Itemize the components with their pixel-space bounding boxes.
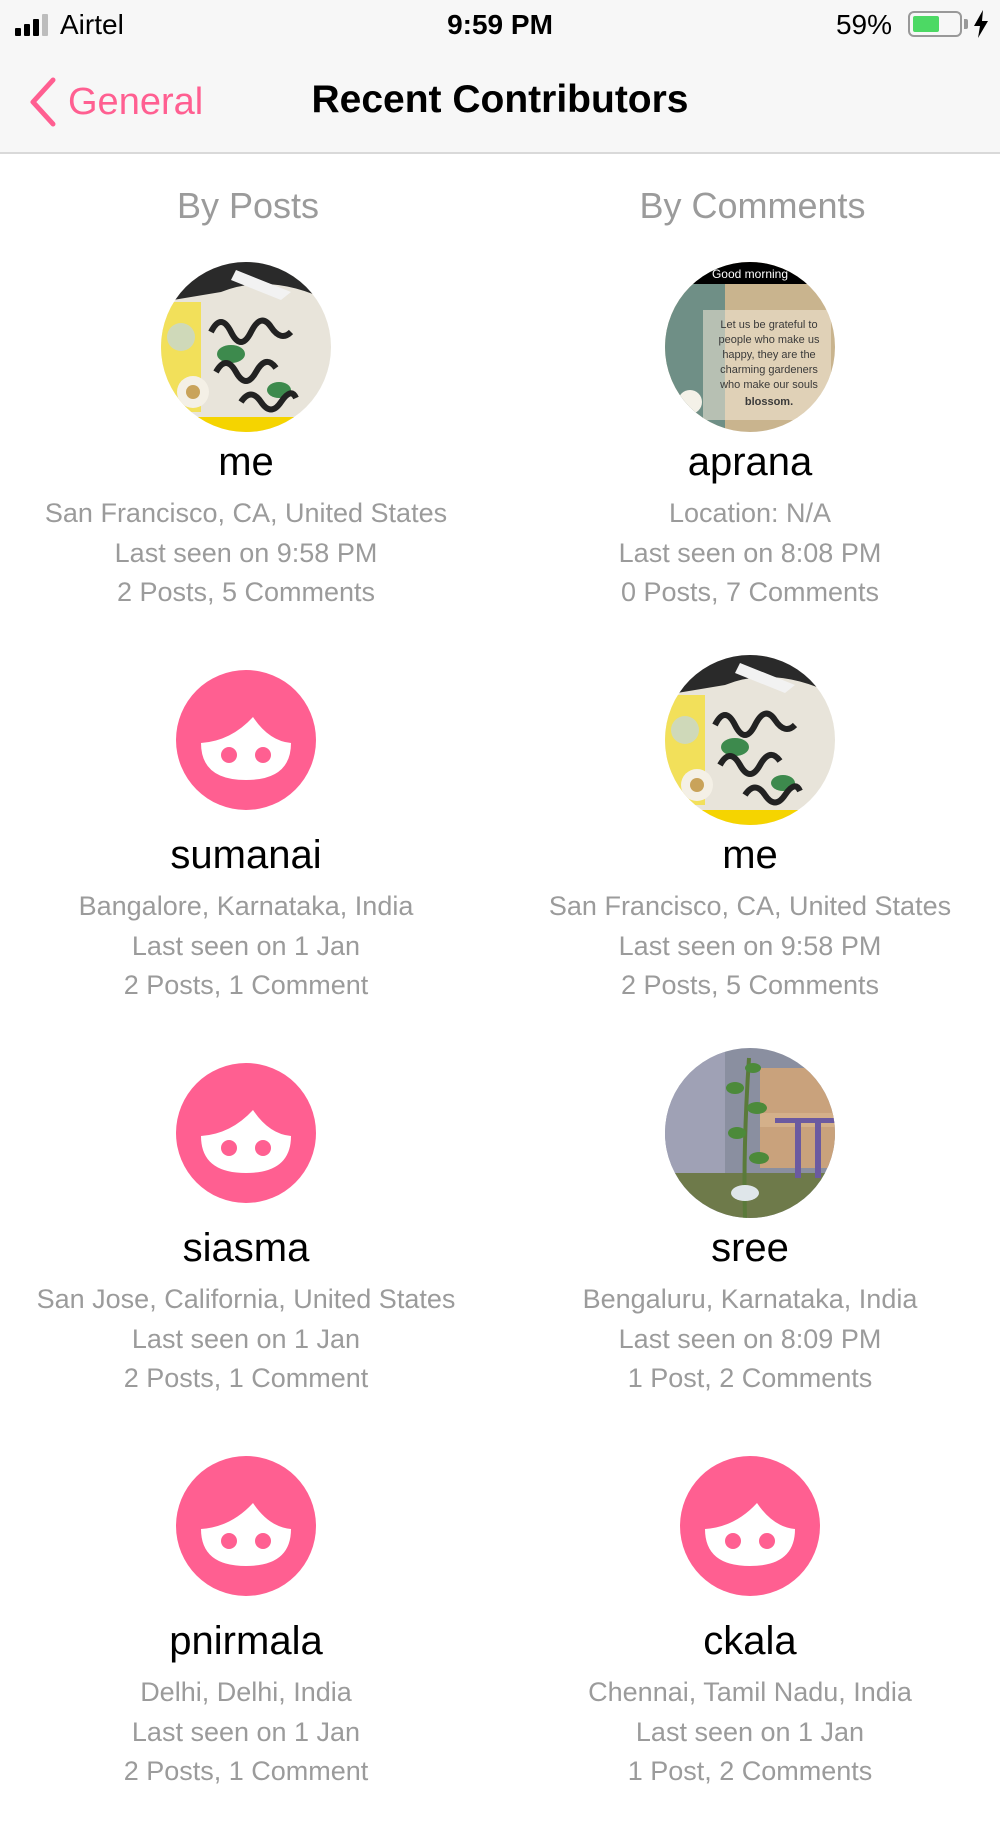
battery-cap — [964, 19, 968, 29]
contributor-location: San Francisco, CA, United States — [44, 498, 448, 528]
contributor-last-seen: Last seen on 9:58 PM — [114, 538, 378, 568]
contributor-counts: 1 Post, 2 Comments — [627, 1363, 873, 1393]
status-bar: Airtel 9:59 PM 59% — [0, 0, 1000, 50]
default-face-icon — [161, 1441, 331, 1611]
plant-photo-avatar — [665, 1048, 835, 1218]
by-comments-header: By Comments — [639, 185, 866, 226]
contributor-location: San Francisco, CA, United States — [548, 891, 952, 921]
contributor-name: sumanai — [170, 833, 322, 877]
contributor-name: me — [722, 833, 778, 877]
contributor-counts: 2 Posts, 1 Comment — [123, 1756, 369, 1786]
svg-text:people who make us: people who make us — [719, 334, 820, 346]
contributor-counts: 2 Posts, 5 Comments — [116, 577, 376, 607]
default-face-icon — [665, 1441, 835, 1611]
quote-photo-avatar: Good morning Let us be grateful to peopl… — [665, 262, 835, 432]
contributor-last-seen: Last seen on 8:08 PM — [618, 538, 882, 568]
contributor-name: sree — [711, 1226, 789, 1270]
contributor-last-seen: Last seen on 1 Jan — [635, 1717, 865, 1747]
contributor-last-seen: Last seen on 1 Jan — [131, 931, 361, 961]
svg-text:charming gardeners: charming gardeners — [720, 364, 818, 376]
page-title: Recent Contributors — [311, 78, 689, 121]
battery-icon — [908, 11, 962, 37]
quote-banner-text: Good morning — [712, 267, 788, 281]
contributor-card[interactable]: me San Francisco, CA, United States Last… — [0, 262, 496, 655]
contributor-counts: 0 Posts, 7 Comments — [620, 577, 880, 607]
contributor-counts: 2 Posts, 1 Comment — [123, 1363, 369, 1393]
contributor-location: Delhi, Delhi, India — [140, 1677, 352, 1707]
contributor-name: aprana — [687, 440, 813, 484]
contributor-location: Bengaluru, Karnataka, India — [582, 1284, 918, 1314]
contributor-card[interactable]: pnirmala Delhi, Delhi, India Last seen o… — [0, 1441, 496, 1834]
contributor-card[interactable]: me San Francisco, CA, United States Last… — [500, 655, 1000, 1048]
charging-bolt-icon — [974, 10, 988, 38]
default-face-icon — [161, 655, 331, 825]
contributor-counts: 2 Posts, 5 Comments — [620, 970, 880, 1000]
contributor-location: Location: N/A — [668, 498, 832, 528]
contributor-card[interactable]: siasma San Jose, California, United Stat… — [0, 1048, 496, 1441]
contributor-card[interactable]: sree Bengaluru, Karnataka, India Last se… — [500, 1048, 1000, 1441]
contributor-location: San Jose, California, United States — [36, 1284, 456, 1314]
cake-photo-avatar — [161, 262, 331, 432]
by-posts-header: By Posts — [176, 185, 320, 226]
contributor-last-seen: Last seen on 8:09 PM — [618, 1324, 882, 1354]
contributor-last-seen: Last seen on 1 Jan — [131, 1324, 361, 1354]
contributor-counts: 2 Posts, 1 Comment — [123, 970, 369, 1000]
contributor-name: pnirmala — [169, 1619, 323, 1663]
contributor-card[interactable]: sumanai Bangalore, Karnataka, India Last… — [0, 655, 496, 1048]
contributor-location: Chennai, Tamil Nadu, India — [588, 1677, 912, 1707]
contributor-card[interactable]: ckala Chennai, Tamil Nadu, India Last se… — [500, 1441, 1000, 1834]
svg-text:blossom.: blossom. — [745, 396, 793, 408]
contributor-name: ckala — [703, 1619, 797, 1663]
contributor-last-seen: Last seen on 9:58 PM — [618, 931, 882, 961]
contributor-card[interactable]: Good morning Let us be grateful to peopl… — [500, 262, 1000, 655]
contributor-last-seen: Last seen on 1 Jan — [131, 1717, 361, 1747]
contributor-name: siasma — [182, 1226, 310, 1270]
battery-percentage: 59% — [835, 9, 892, 40]
contributor-counts: 1 Post, 2 Comments — [627, 1756, 873, 1786]
navigation-bar: General Recent Contributors — [0, 50, 1000, 154]
contributor-location: Bangalore, Karnataka, India — [78, 891, 414, 921]
default-face-icon — [161, 1048, 331, 1218]
cake-photo-avatar — [665, 655, 835, 825]
contributor-name: me — [218, 440, 274, 484]
svg-text:Let us be grateful to: Let us be grateful to — [720, 319, 817, 331]
svg-text:happy, they are the: happy, they are the — [722, 349, 815, 361]
svg-text:who make our souls: who make our souls — [719, 379, 818, 391]
